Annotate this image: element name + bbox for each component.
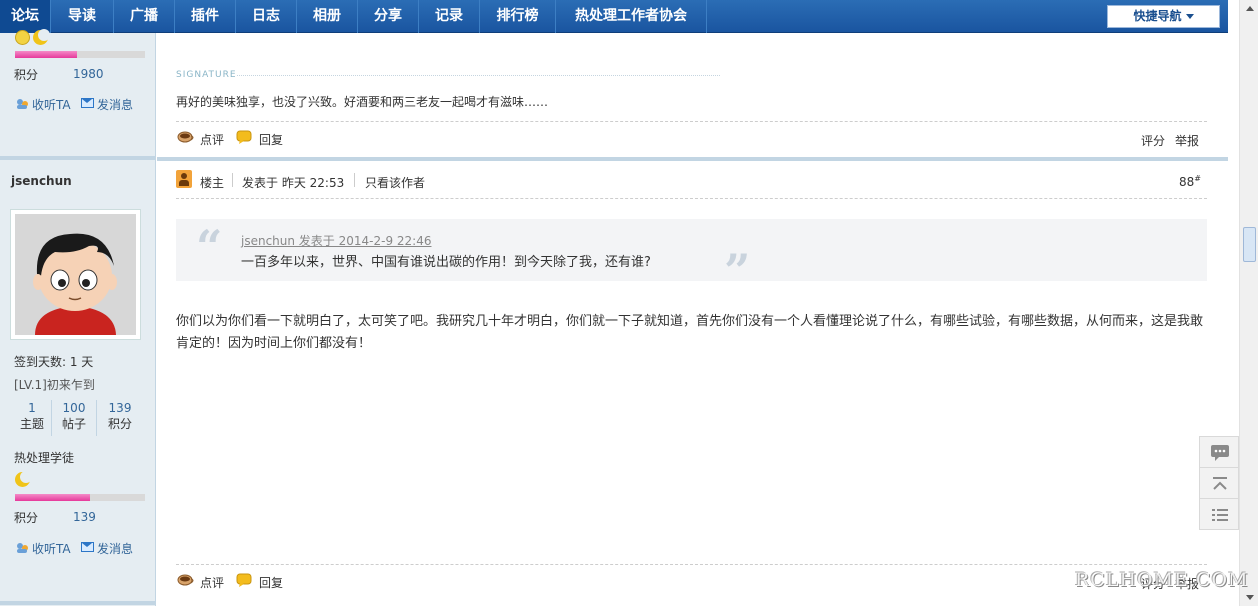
op-badge: 楼主 bbox=[200, 176, 225, 190]
stat-posts[interactable]: 100 帖子 bbox=[51, 400, 97, 436]
back-to-top-icon bbox=[1213, 477, 1227, 490]
vertical-scrollbar[interactable] bbox=[1239, 0, 1258, 606]
quick-reply-button[interactable] bbox=[1199, 436, 1239, 468]
reply-button[interactable]: 回复 bbox=[259, 574, 283, 591]
reply-bubble-icon bbox=[236, 573, 252, 587]
reply-bubble-icon bbox=[236, 130, 252, 144]
top-navigation: 论坛 导读 广播 插件 日志 相册 分享 记录 排行榜 热处理工作者协会 快捷导… bbox=[0, 0, 1228, 33]
dashed-divider bbox=[176, 121, 1207, 122]
prev-user-points-label: 积分 bbox=[14, 68, 39, 82]
nav-item-plugins[interactable]: 插件 bbox=[175, 0, 236, 33]
chat-bubble-icon bbox=[1211, 445, 1229, 461]
floor-number[interactable]: 88# bbox=[1179, 174, 1201, 189]
post-divider bbox=[0, 601, 156, 605]
quote-block: “ jsenchun 发表于 2014-2-9 22:46 一百多年以来，世界、… bbox=[176, 219, 1207, 298]
stat-points-value: 139 bbox=[108, 401, 132, 415]
mail-icon bbox=[81, 98, 94, 108]
signature-divider bbox=[237, 75, 720, 76]
avatar[interactable] bbox=[10, 209, 141, 340]
nav-item-share[interactable]: 分享 bbox=[358, 0, 419, 33]
stat-points-label: 积分 bbox=[107, 417, 132, 431]
nav-item-association[interactable]: 热处理工作者协会 bbox=[556, 0, 707, 33]
signature-text: 再好的美味独享，也没了兴致。好酒要和两三老友一起喝才有滋味…… bbox=[176, 95, 549, 109]
scroll-down-arrow-icon[interactable] bbox=[1241, 589, 1258, 606]
post-divider bbox=[0, 156, 156, 160]
user-level: [LV.1]初来乍到 bbox=[14, 378, 95, 392]
list-icon bbox=[1212, 509, 1228, 521]
stat-points[interactable]: 139 积分 bbox=[97, 400, 143, 436]
user-points-value[interactable]: 139 bbox=[73, 510, 96, 524]
quick-nav-label: 快捷导航 bbox=[1133, 9, 1182, 23]
post-time: 发表于 昨天 22:53 bbox=[242, 176, 345, 190]
nav-item-ranking[interactable]: 排行榜 bbox=[480, 0, 556, 33]
floor-mark: # bbox=[1194, 174, 1201, 183]
prev-user-points-value[interactable]: 1980 bbox=[73, 67, 104, 81]
back-to-top-button[interactable] bbox=[1199, 467, 1239, 499]
comment-button[interactable]: 点评 bbox=[200, 131, 224, 148]
dashed-divider bbox=[176, 564, 1207, 565]
dashed-divider bbox=[176, 198, 1207, 199]
stat-posts-label: 帖子 bbox=[61, 417, 86, 431]
user-stats: 1 主题 100 帖子 139 积分 bbox=[9, 400, 147, 436]
signature-label: SIGNATURE bbox=[176, 70, 237, 80]
mail-icon bbox=[81, 542, 94, 552]
user-progress-bar bbox=[15, 494, 145, 501]
scroll-up-arrow-icon[interactable] bbox=[1241, 0, 1258, 17]
stat-threads-label: 主题 bbox=[19, 417, 44, 431]
post-body: 你们以为你们看一下就明白了，太可笑了吧。我研究几十年才明白，你们就一下子就知道，… bbox=[176, 314, 1204, 351]
smile-level-icon bbox=[15, 30, 30, 45]
author-only-link[interactable]: 只看该作者 bbox=[365, 174, 425, 191]
author-sidebar: 积分 1980 收听TA 发消息 jsenchun 签到天数: 1 天 [LV.… bbox=[0, 29, 156, 606]
coffee-cup-icon bbox=[177, 574, 194, 586]
prev-user-progress-bar bbox=[15, 51, 145, 58]
stat-threads-value: 1 bbox=[28, 401, 36, 415]
post-separator bbox=[157, 157, 1228, 161]
nav-item-album[interactable]: 相册 bbox=[297, 0, 358, 33]
avatar-image bbox=[15, 214, 136, 335]
author-username[interactable]: jsenchun bbox=[11, 174, 72, 188]
nav-item-broadcast[interactable]: 广播 bbox=[114, 0, 175, 33]
user-points-label: 积分 bbox=[14, 511, 39, 525]
report-link[interactable]: 举报 bbox=[1175, 132, 1199, 149]
user-message-link[interactable]: 发消息 bbox=[97, 540, 133, 557]
nav-item-blog[interactable]: 日志 bbox=[236, 0, 297, 33]
listen-icon bbox=[17, 99, 28, 109]
close-quote-icon: ” bbox=[724, 244, 751, 298]
stat-posts-value: 100 bbox=[62, 401, 86, 415]
open-quote-icon: “ bbox=[196, 220, 223, 274]
user-listen-link[interactable]: 收听TA bbox=[32, 540, 71, 557]
rate-link[interactable]: 评分 bbox=[1141, 132, 1165, 149]
moon-level-icon bbox=[33, 29, 50, 45]
checkin-days: 签到天数: 1 天 bbox=[14, 355, 94, 369]
stat-threads[interactable]: 1 主题 bbox=[9, 400, 55, 436]
user-rank: 热处理学徒 bbox=[14, 451, 75, 465]
quote-reference-link[interactable]: jsenchun 发表于 2014-2-9 22:46 bbox=[241, 232, 431, 249]
quote-text: 一百多年以来，世界、中国有谁说出碳的作用！到今天除了我，还有谁? bbox=[241, 255, 651, 270]
prev-user-listen-link[interactable]: 收听TA bbox=[32, 96, 71, 113]
nav-item-records[interactable]: 记录 bbox=[419, 0, 480, 33]
scrollbar-thumb[interactable] bbox=[1243, 227, 1256, 262]
moon-level-icon bbox=[15, 471, 32, 487]
comment-button[interactable]: 点评 bbox=[200, 574, 224, 591]
prev-user-message-link[interactable]: 发消息 bbox=[97, 96, 133, 113]
quick-nav-button[interactable]: 快捷导航 bbox=[1107, 5, 1220, 28]
reply-button[interactable]: 回复 bbox=[259, 131, 283, 148]
site-watermark: RCLHOME.COM bbox=[1075, 569, 1249, 591]
caret-down-icon bbox=[1185, 14, 1194, 19]
list-view-button[interactable] bbox=[1199, 498, 1239, 530]
post-content-area: SIGNATURE 再好的美味独享，也没了兴致。好酒要和两三老友一起喝才有滋味…… bbox=[157, 33, 1228, 606]
floor-number-value: 88 bbox=[1179, 175, 1195, 189]
coffee-cup-icon bbox=[177, 131, 194, 143]
nav-item-guide[interactable]: 导读 bbox=[51, 0, 114, 33]
listen-icon bbox=[17, 543, 28, 553]
thread-starter-icon bbox=[176, 170, 192, 188]
